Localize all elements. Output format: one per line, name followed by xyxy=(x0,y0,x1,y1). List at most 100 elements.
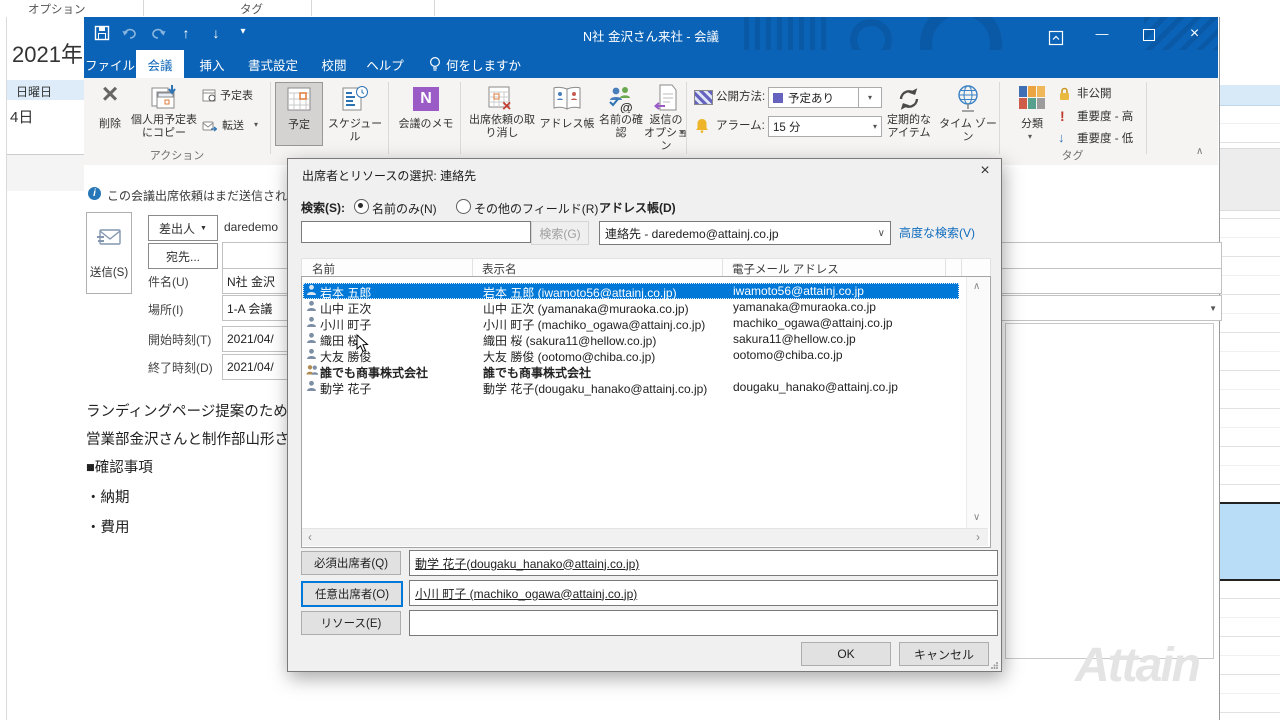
move-up-icon[interactable]: ↑ xyxy=(176,17,196,50)
appointment-toggle[interactable]: 予定 xyxy=(275,82,323,146)
qat-customize-icon[interactable]: ▾ xyxy=(236,17,250,48)
redo-icon[interactable] xyxy=(150,27,166,43)
button-label: 予定 xyxy=(276,119,322,132)
reminder-value: 15 分 xyxy=(773,119,801,135)
resources-field[interactable] xyxy=(409,610,998,636)
copy-to-calendar-button[interactable]: 個人用予定表にコピー xyxy=(130,82,198,144)
tab-format[interactable]: 書式設定 xyxy=(238,50,308,78)
scheduling-button[interactable]: スケジュール xyxy=(324,82,386,144)
color-chip xyxy=(1019,86,1027,97)
location-value: 1-A 会議 xyxy=(227,300,272,317)
divider xyxy=(311,0,312,16)
high-importance-button[interactable]: ! 重要度 - 高 xyxy=(1058,108,1154,126)
delete-button[interactable]: × 削除 xyxy=(90,82,130,144)
to-button[interactable]: 宛先... xyxy=(148,243,218,269)
forward-button[interactable]: 転送 ▾ xyxy=(202,118,266,136)
maximize-button[interactable] xyxy=(1125,17,1171,50)
low-importance-button[interactable]: ↓ 重要度 - 低 xyxy=(1058,130,1154,148)
check-names-icon: @ xyxy=(607,85,635,116)
minimize-button[interactable]: — xyxy=(1079,17,1125,50)
response-options-button[interactable]: 返信の オプション ▾ xyxy=(644,82,688,144)
check-names-button[interactable]: @ 名前の確認 xyxy=(597,82,645,144)
contact-row[interactable]: 大友 勝俊 大友 勝俊 (ootomo@chiba.co.jp) ootomo@… xyxy=(303,347,959,363)
show-as-dropdown[interactable]: ▾ xyxy=(858,87,882,108)
down-arrow-icon: ↓ xyxy=(1058,130,1065,145)
resize-grip[interactable] xyxy=(990,659,999,673)
cancel-button[interactable]: キャンセル xyxy=(899,642,989,666)
end-time-value: 2021/04/ xyxy=(227,360,274,374)
scroll-left-icon[interactable]: ‹ xyxy=(308,532,312,542)
scroll-up-icon[interactable]: ∧ xyxy=(973,282,980,292)
column-divider[interactable] xyxy=(945,259,946,277)
ribbon-display-options-icon[interactable] xyxy=(1033,25,1079,50)
contact-row[interactable]: 動学 花子 動学 花子(dougaku_hanako@attainj.co.jp… xyxy=(303,379,959,395)
column-header-display[interactable]: 表示名 xyxy=(482,261,517,277)
categorize-button[interactable]: 分類 ▾ xyxy=(1010,82,1054,144)
go-button[interactable]: 検索(G) xyxy=(531,221,589,245)
collapse-ribbon-icon[interactable]: ∧ xyxy=(1196,146,1203,157)
ok-button[interactable]: OK xyxy=(801,642,891,666)
save-icon[interactable] xyxy=(94,25,110,44)
undo-icon[interactable] xyxy=(122,27,138,43)
chevron-down-icon[interactable]: ▼ xyxy=(1209,304,1217,313)
move-down-icon[interactable]: ↓ xyxy=(206,17,226,50)
send-button[interactable]: 送信(S) xyxy=(86,212,132,294)
scroll-down-icon[interactable]: ∨ xyxy=(973,513,980,523)
show-as-icon xyxy=(694,90,713,105)
reminder-combo[interactable]: 15 分 ▾ xyxy=(768,116,882,137)
tab-help[interactable]: ヘルプ xyxy=(360,50,410,78)
address-book-button[interactable]: アドレス帳 xyxy=(539,82,595,144)
cancel-invitation-button[interactable]: × 出席依頼の取り消し xyxy=(467,82,537,144)
body-line: ・費用 xyxy=(86,516,130,537)
bg-left-calendar: 2021年 日曜日 4日 xyxy=(0,17,84,720)
dialog-close-button[interactable]: × xyxy=(974,162,996,184)
addressbook-combo[interactable]: 連絡先 - daredemo@attainj.co.jp ∨ xyxy=(599,221,891,245)
mouse-cursor xyxy=(356,334,369,356)
window-titlebar[interactable]: ↑ ↓ ▾ N社 金沢さん来社 - 会議 — × xyxy=(84,17,1218,50)
contact-row[interactable]: 誰でも商事株式会社 誰でも商事株式会社 xyxy=(303,363,959,379)
required-attendees-button[interactable]: 必須出席者(Q) xyxy=(301,551,401,575)
resources-button[interactable]: リソース(E) xyxy=(301,611,401,635)
radio-more-columns[interactable] xyxy=(456,199,471,214)
contact-row[interactable]: 山中 正次 山中 正次 (yamanaka@muraoka.co.jp) yam… xyxy=(303,299,959,315)
optional-attendees-button[interactable]: 任意出席者(O) xyxy=(301,581,403,607)
vertical-scrollbar[interactable]: ∧ ∨ xyxy=(966,277,989,528)
tab-meeting[interactable]: 会議 xyxy=(136,50,184,78)
svg-text:@: @ xyxy=(620,100,633,113)
meeting-notes-button[interactable]: N 会議のメモ xyxy=(395,82,457,144)
horizontal-scrollbar[interactable]: ‹ › xyxy=(302,528,988,546)
show-as-combo[interactable]: 予定あり xyxy=(768,87,868,108)
private-button[interactable]: 非公開 xyxy=(1058,86,1144,104)
search-input[interactable] xyxy=(301,221,531,243)
tab-insert[interactable]: 挿入 xyxy=(188,50,236,78)
advanced-find-link[interactable]: 高度な検索(V) xyxy=(899,224,975,241)
contact-row[interactable]: 小川 町子 小川 町子 (machiko_ogawa@attainj.co.jp… xyxy=(303,315,959,331)
close-button[interactable]: × xyxy=(1171,17,1218,50)
tab-file[interactable]: ファイル xyxy=(84,50,136,78)
radio-name-only[interactable] xyxy=(354,199,369,214)
message-body[interactable]: ランディングページ提案のため、 営業部金沢さんと制作部山形さ ■確認事項 ・納期… xyxy=(84,390,288,720)
time-zones-button[interactable]: タイム ゾーン xyxy=(938,82,998,144)
required-attendees-field[interactable]: 動学 花子(dougaku_hanako@attainj.co.jp) xyxy=(409,550,998,576)
body-line: ランディングページ提案のため、 xyxy=(86,400,288,421)
selected-timeslot[interactable] xyxy=(1218,502,1280,581)
list-header-endcap xyxy=(961,258,991,278)
column-header-name[interactable]: 名前 xyxy=(312,261,335,277)
contact-row[interactable]: 織田 桜 織田 桜 (sakura11@hellow.co.jp) sakura… xyxy=(303,331,959,347)
column-divider[interactable] xyxy=(472,259,473,277)
optional-attendees-field[interactable]: 小川 町子 (machiko_ogawa@attainj.co.jp) xyxy=(409,580,998,606)
bg-right-calendar xyxy=(1218,17,1280,720)
scroll-right-icon[interactable]: › xyxy=(976,532,980,542)
contact-row[interactable]: 岩本 五郎 岩本 五郎 (iwamoto56@attainj.co.jp) iw… xyxy=(303,283,959,299)
chevron-down-icon: ▾ xyxy=(868,93,872,102)
column-divider[interactable] xyxy=(722,259,723,277)
tell-me-box[interactable]: 何をしますか xyxy=(446,50,532,78)
column-header-email[interactable]: 電子メール アドレス xyxy=(732,261,839,277)
recurrence-button[interactable]: 定期的な アイテム xyxy=(880,82,938,144)
appointment-icon xyxy=(287,87,311,114)
open-calendar-button[interactable]: 予定表 xyxy=(202,88,266,106)
tab-review[interactable]: 校閲 xyxy=(310,50,358,78)
button-label: 会議のメモ xyxy=(395,118,457,131)
person-icon xyxy=(306,316,317,331)
from-button[interactable]: 差出人 ▼ xyxy=(148,215,218,241)
